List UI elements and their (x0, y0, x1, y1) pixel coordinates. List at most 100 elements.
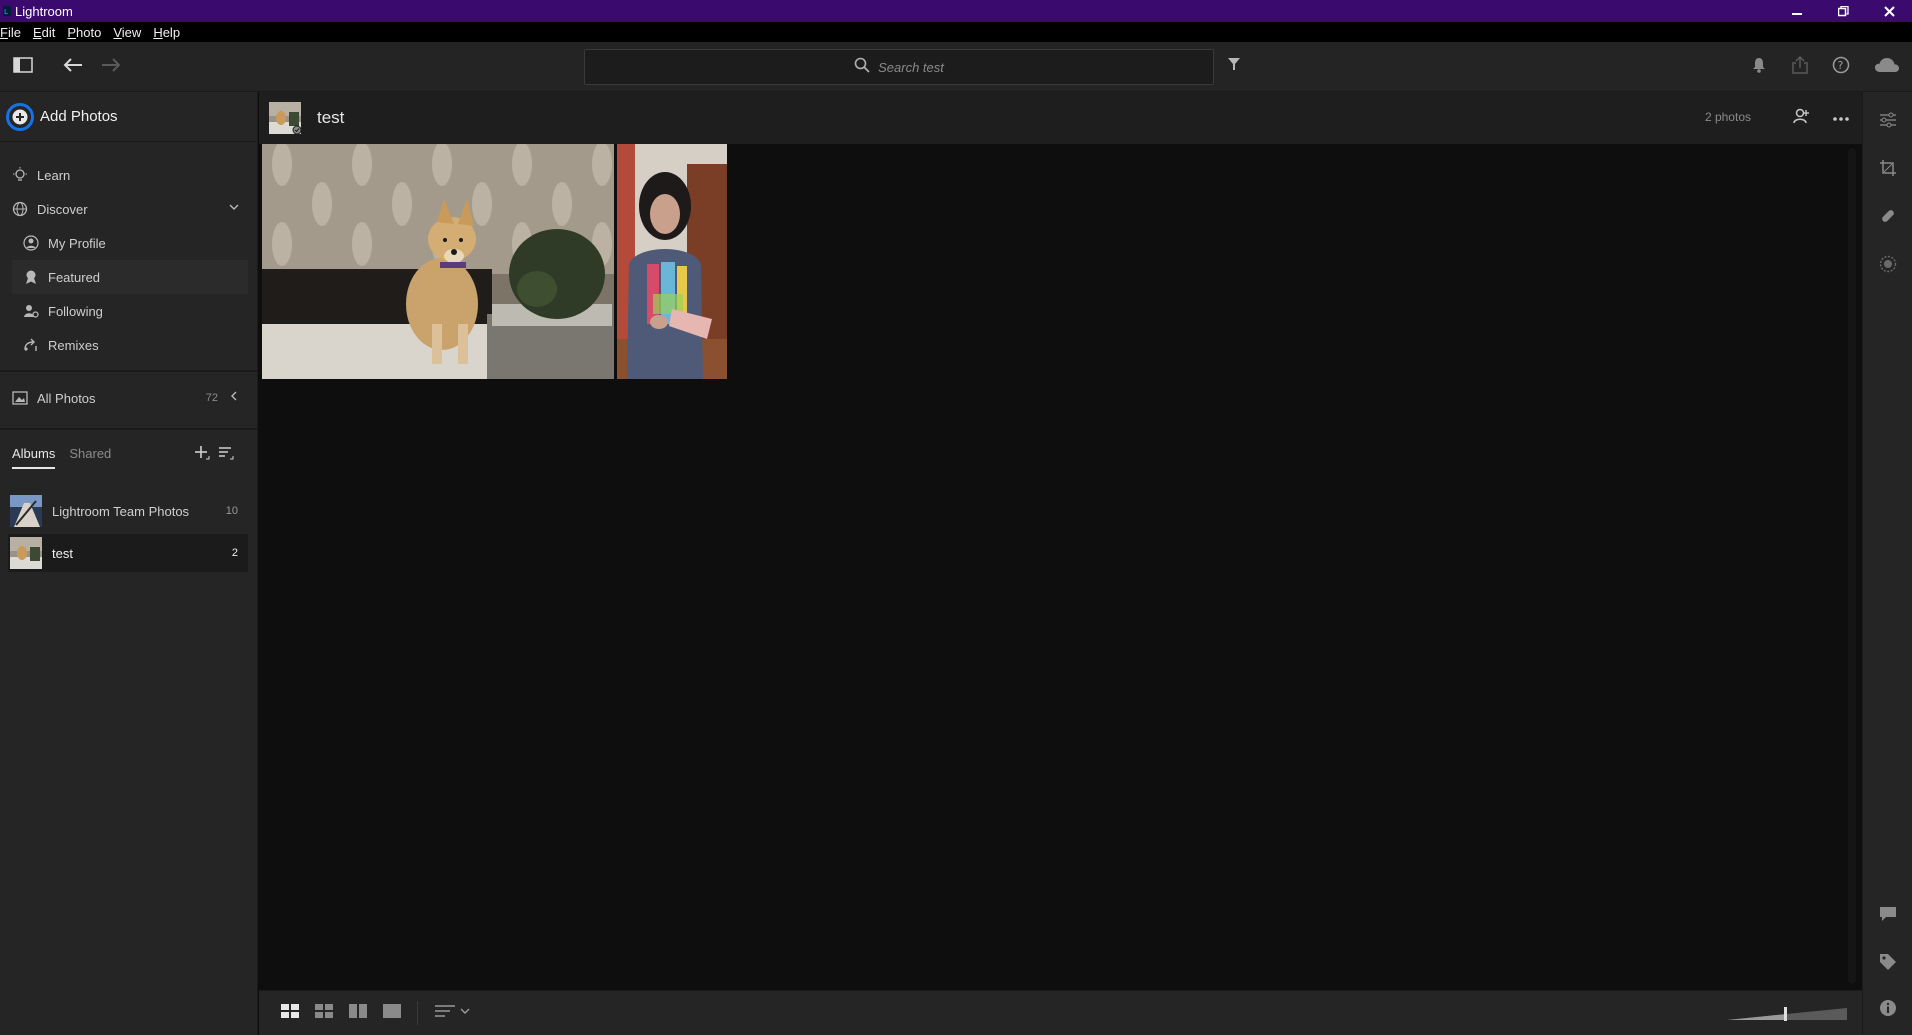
menu-view[interactable]: View (113, 25, 141, 40)
window-controls (1774, 0, 1912, 22)
profile-icon (22, 234, 40, 252)
add-icon (6, 102, 34, 131)
plus-icon (194, 445, 210, 466)
create-album-button[interactable] (193, 445, 211, 466)
sidebar-item-remixes[interactable]: Remixes (0, 328, 258, 362)
filter-button[interactable] (1224, 56, 1244, 76)
share-button[interactable] (1789, 55, 1811, 78)
masking-button[interactable] (1876, 254, 1900, 278)
sort-icon (435, 1004, 471, 1023)
sidebar-item-all-photos[interactable]: All Photos 72 (0, 381, 258, 415)
filter-icon (1227, 57, 1241, 76)
notifications-button[interactable] (1748, 56, 1770, 78)
square-grid-icon (281, 1003, 299, 1023)
healing-button[interactable] (1876, 206, 1900, 230)
album-count: 2 (231, 547, 238, 559)
search-icon (854, 57, 870, 78)
window-title: Lightroom (15, 3, 73, 19)
forward-button[interactable] (98, 54, 124, 80)
square-grid-view-button[interactable] (279, 1003, 301, 1023)
photos-icon (11, 389, 29, 407)
photo-thumbnail-dog[interactable] (262, 144, 614, 379)
add-photos-label: Add Photos (40, 108, 118, 125)
globe-icon (11, 200, 29, 218)
photo-grid (262, 144, 1846, 990)
chevron-left-icon[interactable] (228, 390, 240, 405)
album-row-lightroom-team-photos[interactable]: Lightroom Team Photos 10 (8, 492, 248, 530)
sidebar-item-following[interactable]: Following (0, 294, 258, 328)
back-arrow-icon (63, 57, 83, 77)
sidebar-item-label: My Profile (48, 235, 106, 251)
menu-bar: File Edit Photo View Help (0, 22, 1912, 42)
album-row-test[interactable]: test 2 (8, 534, 248, 572)
compare-icon (349, 1003, 367, 1023)
grid-scrollbar[interactable] (1848, 148, 1856, 984)
help-button[interactable]: ? (1830, 56, 1852, 78)
add-photos-button[interactable]: Add Photos (0, 92, 258, 142)
sidebar-item-my-profile[interactable]: My Profile (0, 226, 258, 260)
sidebar-item-learn[interactable]: Learn (0, 158, 258, 192)
keywords-button[interactable] (1876, 952, 1900, 976)
back-button[interactable] (60, 54, 86, 80)
crop-icon (1879, 159, 1897, 182)
more-options-button[interactable] (1829, 106, 1853, 130)
sidebar-item-label: Learn (37, 167, 71, 183)
help-icon: ? (1832, 56, 1850, 79)
share-album-button[interactable] (1789, 106, 1813, 130)
sidebar-item-featured[interactable]: Featured (12, 260, 248, 294)
thumbnail-size-slider[interactable] (1727, 1007, 1847, 1021)
search-input[interactable]: Search test (584, 49, 1214, 85)
close-button[interactable] (1866, 0, 1912, 22)
minimize-button[interactable] (1774, 0, 1820, 22)
remix-icon (22, 336, 40, 354)
award-icon (22, 268, 40, 286)
panel-toggle-button[interactable] (10, 54, 36, 80)
top-toolbar: Search test ? (0, 42, 1912, 92)
tag-icon (1879, 953, 1897, 976)
forward-arrow-icon (101, 57, 121, 77)
album-thumbnail (10, 495, 42, 527)
photo-thumbnail-woman[interactable] (617, 144, 727, 379)
album-sort-button[interactable] (217, 446, 235, 464)
detail-view-button[interactable] (381, 1003, 403, 1023)
sort-button[interactable] (433, 1003, 473, 1023)
lightroom-logo-icon: L (2, 5, 12, 17)
search-placeholder: Search test (878, 59, 944, 75)
compare-view-button[interactable] (347, 1003, 369, 1023)
menu-edit[interactable]: Edit (33, 25, 55, 40)
sidebar-divider (0, 370, 258, 372)
left-sidebar: Add Photos Learn Discover My Profile Fea… (0, 92, 258, 1035)
restore-button[interactable] (1820, 0, 1866, 22)
masking-icon (1879, 255, 1897, 278)
chevron-down-icon[interactable] (228, 201, 240, 216)
sidebar-item-label: Featured (48, 269, 101, 285)
cloud-sync-button[interactable] (1872, 56, 1902, 78)
small-grid-view-button[interactable] (313, 1003, 335, 1023)
all-photos-count: 72 (205, 392, 218, 404)
tab-albums[interactable]: Albums (12, 446, 56, 469)
comments-button[interactable] (1876, 904, 1900, 928)
sidebar-divider (0, 428, 258, 430)
bottom-toolbar (259, 990, 1862, 1035)
edit-button[interactable] (1876, 110, 1900, 134)
menu-file[interactable]: File (0, 25, 21, 40)
info-icon (1879, 999, 1897, 1022)
crop-button[interactable] (1876, 158, 1900, 182)
svg-text:?: ? (1838, 59, 1844, 72)
menu-photo[interactable]: Photo (67, 25, 101, 40)
sort-icon (218, 445, 234, 466)
info-button[interactable] (1876, 998, 1900, 1022)
healing-icon (1879, 207, 1897, 230)
small-grid-icon (315, 1003, 333, 1023)
panel-toggle-icon (13, 56, 33, 78)
photo-count: 2 photos (1704, 110, 1751, 124)
bell-icon (1752, 57, 1766, 78)
tab-shared[interactable]: Shared (69, 446, 111, 469)
comment-icon (1879, 906, 1897, 927)
menu-help[interactable]: Help (153, 25, 180, 40)
album-tabs: Albums Shared (12, 446, 125, 469)
right-tool-panel (1862, 92, 1912, 1035)
lightroom-window: L Lightroom File Edit Photo View Help Se… (0, 0, 1912, 1035)
title-bar: L Lightroom (0, 0, 1912, 22)
sidebar-item-discover[interactable]: Discover (0, 192, 258, 226)
